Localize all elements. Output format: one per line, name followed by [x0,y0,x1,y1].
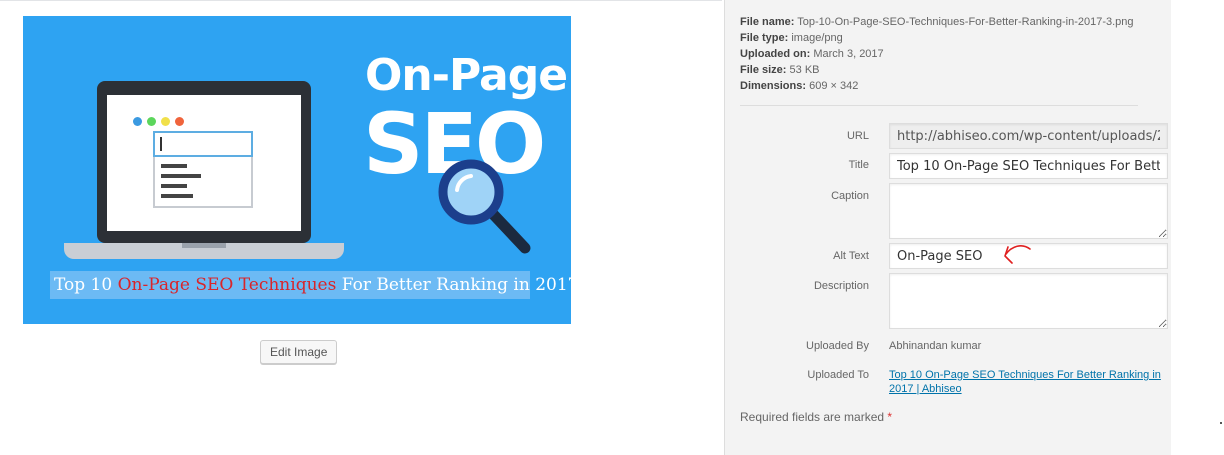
file-name-row: File name: Top-10-On-Page-SEO-Techniques… [740,14,1134,30]
orange-dot-icon [175,117,184,126]
banner-caption: Top 10 On-Page SEO Techniques For Better… [54,274,571,296]
banner-highlight: On-Page SEO Techniques [117,275,337,295]
file-type-row: File type: image/png [740,30,1134,46]
uploaded-to-line1: Top 10 On-Page SEO Techniques For Better… [889,369,1161,381]
required-text: Required fields are marked [740,410,888,424]
stray-dot [1220,422,1222,424]
file-type-label: File type: [740,32,789,44]
text-line [161,164,187,168]
attachment-details-panel: File name: Top-10-On-Page-SEO-Techniques… [724,0,1171,455]
browser-dots [133,117,184,126]
search-bar-shape [153,131,253,157]
required-note: Required fields are marked * [740,410,892,424]
blue-dot-icon [133,117,142,126]
dimensions-row: Dimensions: 609 × 342 [740,78,1134,94]
uploaded-by-label: Uploaded By [806,340,869,352]
description-label: Description [813,280,869,292]
uploaded-to-line2: 2017 | Abhiseo [889,383,962,395]
uploaded-on-value: March 3, 2017 [813,48,884,60]
caption-field[interactable] [889,183,1168,239]
uploaded-to-value: Top 10 On-Page SEO Techniques For Better… [889,368,1161,396]
magnifier-icon [438,159,531,254]
uploaded-on-row: Uploaded on: March 3, 2017 [740,46,1134,62]
green-dot-icon [147,117,156,126]
alt-text-label: Alt Text [833,250,869,262]
text-line [161,194,193,198]
banner-pre: Top 10 [54,275,118,295]
laptop-notch [182,243,226,248]
image-preview-pane: On-Page SEO Top 10 On-Page SEO Technique… [0,0,724,455]
file-size-label: File size: [740,64,787,76]
laptop-display [107,95,301,231]
text-caret [160,137,162,151]
dimensions-value: 609 × 342 [809,80,859,92]
uploaded-to-label: Uploaded To [807,369,869,381]
banner-post: For Better Ranking in 2017 [336,275,571,295]
file-name-value: Top-10-On-Page-SEO-Techniques-For-Better… [797,16,1134,28]
dimensions-label: Dimensions: [740,80,807,92]
edit-image-button[interactable]: Edit Image [260,340,338,364]
file-meta: File name: Top-10-On-Page-SEO-Techniques… [740,14,1134,94]
annotation-arrow-icon [1004,245,1031,264]
uploaded-on-label: Uploaded on: [740,48,811,60]
file-size-value: 53 KB [789,64,820,76]
meta-divider [740,105,1138,106]
uploaded-to-link[interactable]: Top 10 On-Page SEO Techniques For Better… [889,369,1161,395]
file-name-label: File name: [740,16,795,28]
url-label: URL [846,130,869,142]
title-label: Title [848,159,869,171]
logo-line1: On-Page [365,50,568,101]
caption-label: Caption [831,190,869,202]
title-field[interactable] [889,153,1168,179]
laptop-illustration [97,81,311,243]
yellow-dot-icon [161,117,170,126]
text-line [161,174,201,178]
browser-window-icon [153,131,253,208]
file-size-row: File size: 53 KB [740,62,1134,78]
text-line [161,184,187,188]
required-star: * [887,410,893,424]
file-type-value: image/png [791,32,843,44]
description-field[interactable] [889,273,1168,329]
uploaded-by-value: Abhinandan kumar [889,340,982,352]
image-preview: On-Page SEO Top 10 On-Page SEO Technique… [23,16,571,324]
url-field[interactable] [889,123,1168,149]
